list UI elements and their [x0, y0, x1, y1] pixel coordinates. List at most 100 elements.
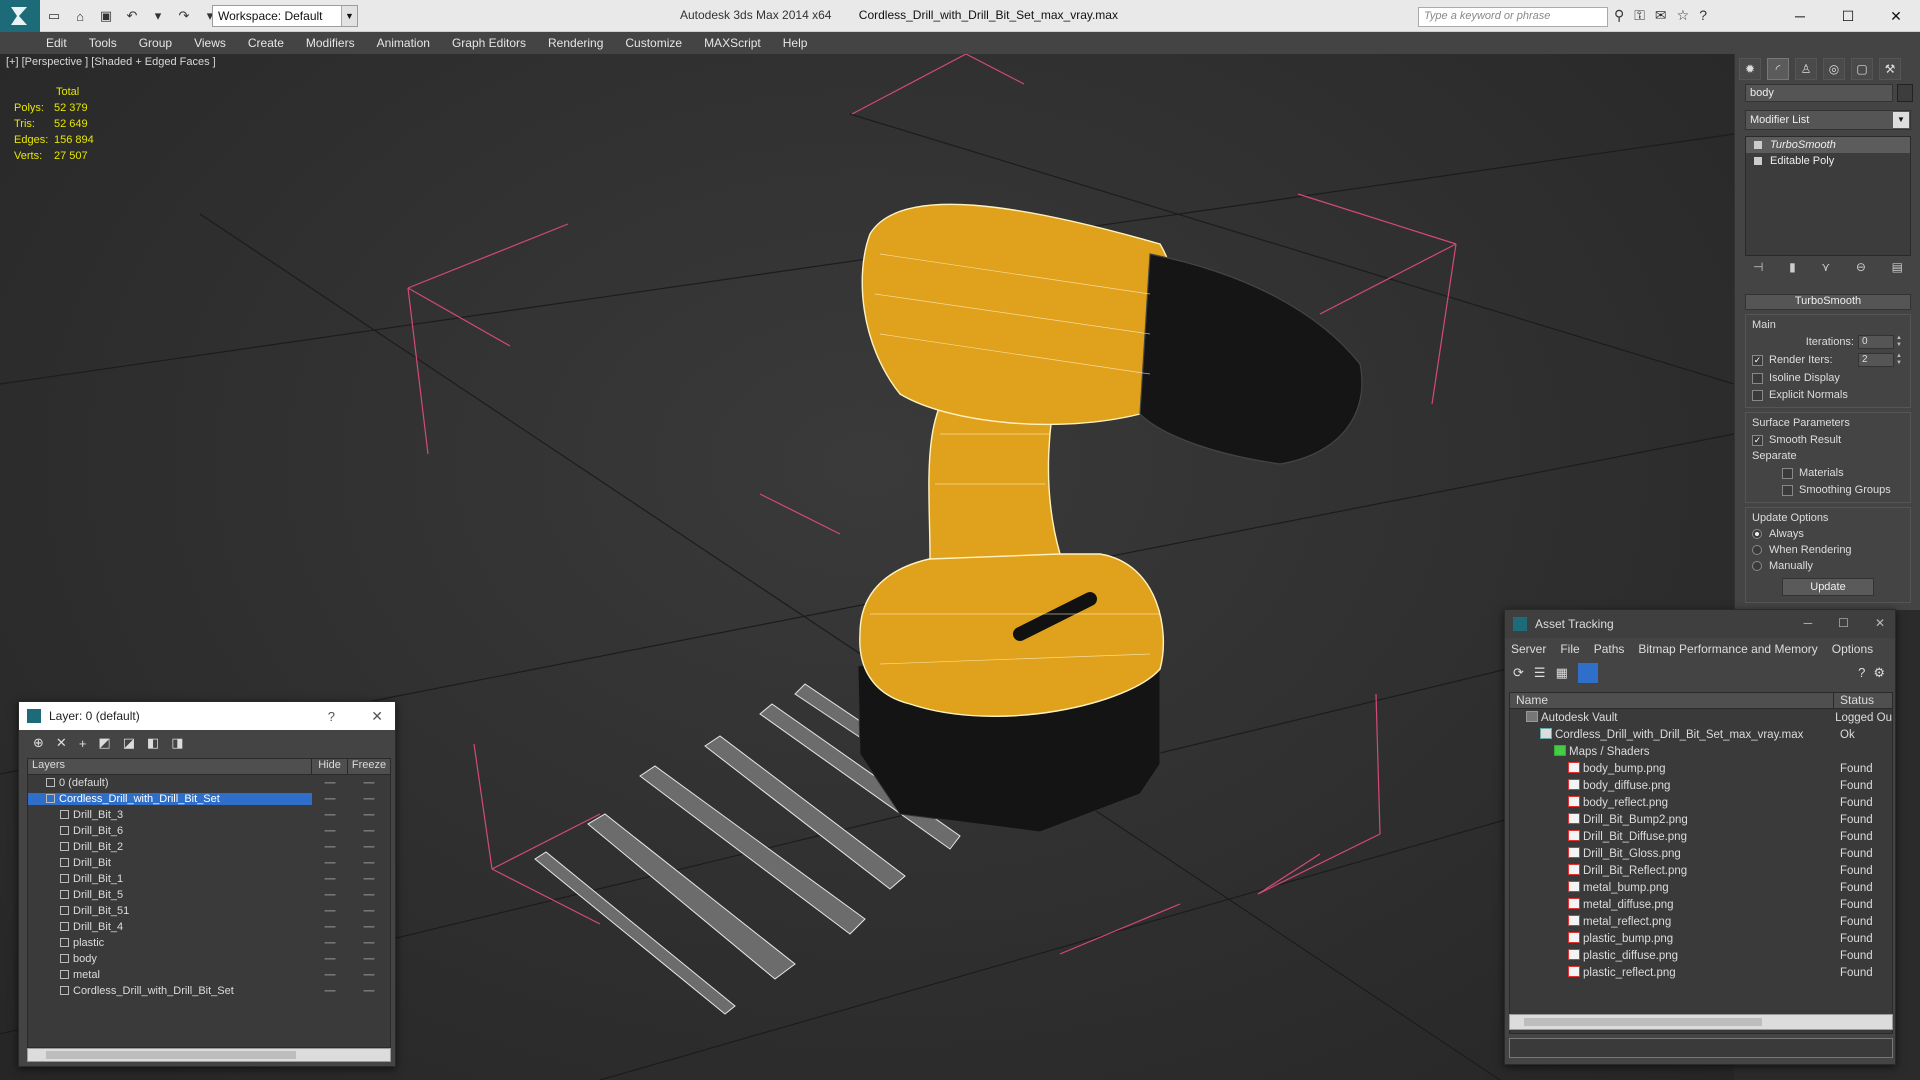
freeze-toggle[interactable]: ━━ — [348, 794, 390, 805]
stack-item-turbosmooth[interactable]: TurboSmooth — [1746, 137, 1910, 153]
settings-icon[interactable]: ⚙ — [1873, 665, 1885, 681]
list-view-icon[interactable]: ☰ — [1534, 665, 1546, 681]
modify-tab-icon[interactable]: ◜ — [1767, 58, 1789, 80]
isoline-checkbox[interactable]: Isoline Display — [1752, 372, 1904, 384]
remove-modifier-icon[interactable]: ⊖ — [1856, 260, 1866, 274]
menu-rendering[interactable]: Rendering — [548, 36, 603, 50]
menu-animation[interactable]: Animation — [377, 36, 430, 50]
menu-bitmap-performance[interactable]: Bitmap Performance and Memory — [1638, 642, 1817, 656]
hide-toggle[interactable]: ━━ — [312, 826, 348, 837]
layer-row[interactable]: Cordless_Drill_with_Drill_Bit_Set ━━ ━━ — [28, 983, 390, 999]
help-icon[interactable]: ? — [1699, 7, 1707, 24]
menu-tools[interactable]: Tools — [89, 36, 117, 50]
select-in-layer-icon[interactable]: ◩ — [98, 735, 110, 751]
binoculars-icon[interactable]: ⚲ — [1614, 7, 1624, 24]
expand-icon[interactable] — [1754, 157, 1762, 165]
spinner-arrows-icon[interactable]: ▲ ▼ — [1896, 353, 1904, 367]
lightbulb-icon[interactable] — [1754, 141, 1762, 149]
freeze-toggle[interactable]: ━━ — [348, 810, 390, 821]
freeze-toggle[interactable]: ━━ — [348, 842, 390, 853]
menu-views[interactable]: Views — [194, 36, 226, 50]
menu-options[interactable]: Options — [1832, 642, 1873, 656]
utilities-tab-icon[interactable]: ⚒ — [1879, 58, 1901, 80]
freeze-toggle[interactable]: ━━ — [348, 858, 390, 869]
horizontal-scrollbar[interactable] — [1509, 1014, 1893, 1030]
freeze-toggle[interactable]: ━━ — [348, 874, 390, 885]
explicit-normals-checkbox[interactable]: Explicit Normals — [1752, 389, 1904, 401]
asset-row[interactable]: plastic_diffuse.png Found — [1510, 947, 1892, 964]
chevron-down-icon[interactable]: ▼ — [341, 6, 357, 26]
maximize-icon[interactable]: ☐ — [1824, 0, 1872, 32]
menu-graph-editors[interactable]: Graph Editors — [452, 36, 526, 50]
layer-row[interactable]: body ━━ ━━ — [28, 951, 390, 967]
menu-modifiers[interactable]: Modifiers — [306, 36, 355, 50]
menu-maxscript[interactable]: MAXScript — [704, 36, 761, 50]
menu-server[interactable]: Server — [1511, 642, 1546, 656]
modifier-list-dropdown[interactable]: Modifier List ▼ — [1745, 110, 1911, 130]
communication-icon[interactable]: ✉ — [1655, 7, 1667, 24]
undo-dropdown-icon[interactable]: ▾ — [148, 6, 168, 26]
hide-toggle[interactable]: ━━ — [312, 922, 348, 933]
favorites-icon[interactable]: ☆ — [1677, 7, 1690, 24]
update-button[interactable]: Update — [1782, 578, 1874, 596]
hide-toggle[interactable]: ━━ — [312, 938, 348, 949]
layer-row[interactable]: Drill_Bit ━━ ━━ — [28, 855, 390, 871]
freeze-toggle[interactable]: ━━ — [348, 906, 390, 917]
menu-create[interactable]: Create — [248, 36, 284, 50]
table-view-icon[interactable] — [1577, 663, 1598, 683]
app-menu-button[interactable] — [0, 0, 40, 32]
asset-row[interactable]: Autodesk Vault Logged Ou — [1510, 709, 1892, 726]
hide-toggle[interactable]: ━━ — [312, 794, 348, 805]
undo-icon[interactable]: ↶ — [122, 6, 142, 26]
hide-toggle[interactable]: ━━ — [312, 778, 348, 789]
col-name[interactable]: Name — [1510, 693, 1834, 708]
motion-tab-icon[interactable]: ◎ — [1823, 58, 1845, 80]
hide-all-icon[interactable]: ◧ — [147, 735, 159, 751]
menu-paths[interactable]: Paths — [1594, 642, 1625, 656]
smooth-result-checkbox[interactable]: ✓ Smooth Result — [1752, 434, 1904, 446]
freeze-all-icon[interactable]: ◨ — [171, 735, 183, 751]
asset-row[interactable]: body_diffuse.png Found — [1510, 777, 1892, 794]
close-icon[interactable]: ✕ — [1872, 0, 1920, 32]
help-icon[interactable]: ? — [328, 709, 335, 724]
configure-modifier-sets-icon[interactable]: ▤ — [1892, 260, 1903, 274]
minimize-icon[interactable]: ─ — [1804, 616, 1813, 630]
freeze-toggle[interactable]: ━━ — [348, 826, 390, 837]
asset-row[interactable]: metal_reflect.png Found — [1510, 913, 1892, 930]
layer-row[interactable]: Cordless_Drill_with_Drill_Bit_Set ━━ ━━ — [28, 791, 390, 807]
hide-toggle[interactable]: ━━ — [312, 986, 348, 997]
freeze-toggle[interactable]: ━━ — [348, 986, 390, 997]
stack-item-editable-poly[interactable]: Editable Poly — [1746, 153, 1910, 169]
menu-edit[interactable]: Edit — [46, 36, 67, 50]
menu-group[interactable]: Group — [139, 36, 172, 50]
horizontal-scrollbar[interactable] — [27, 1048, 391, 1062]
asset-row[interactable]: body_reflect.png Found — [1510, 794, 1892, 811]
layer-row[interactable]: Drill_Bit_6 ━━ ━━ — [28, 823, 390, 839]
render-iters-input[interactable]: 2 — [1858, 353, 1894, 367]
materials-checkbox[interactable]: Materials — [1752, 467, 1904, 479]
freeze-toggle[interactable]: ━━ — [348, 922, 390, 933]
redo-icon[interactable]: ↷ — [174, 6, 194, 26]
dialog-title-bar[interactable]: Asset Tracking ─ ☐ ✕ — [1505, 610, 1895, 638]
layer-row[interactable]: plastic ━━ ━━ — [28, 935, 390, 951]
asset-path-field[interactable] — [1509, 1038, 1893, 1058]
hide-toggle[interactable]: ━━ — [312, 810, 348, 821]
asset-row[interactable]: Drill_Bit_Bump2.png Found — [1510, 811, 1892, 828]
asset-row[interactable]: Drill_Bit_Diffuse.png Found — [1510, 828, 1892, 845]
thumbnail-view-icon[interactable]: ▦ — [1556, 665, 1568, 681]
manually-radio[interactable]: Manually — [1752, 560, 1904, 572]
render-iters-checkbox[interactable]: ✓ Render Iters: — [1752, 354, 1833, 366]
iterations-input[interactable]: 0 — [1858, 335, 1894, 349]
open-file-icon[interactable]: ⌂ — [70, 6, 90, 26]
col-hide[interactable]: Hide — [312, 759, 348, 774]
help-icon[interactable]: ? — [1858, 665, 1865, 681]
layer-row[interactable]: Drill_Bit_4 ━━ ━━ — [28, 919, 390, 935]
col-status[interactable]: Status — [1834, 693, 1874, 708]
rollout-header[interactable]: TurboSmooth — [1745, 294, 1911, 310]
asset-row[interactable]: Cordless_Drill_with_Drill_Bit_Set_max_vr… — [1510, 726, 1892, 743]
chevron-down-icon[interactable]: ▼ — [1893, 112, 1909, 128]
layer-row[interactable]: Drill_Bit_51 ━━ ━━ — [28, 903, 390, 919]
asset-row[interactable]: plastic_reflect.png Found — [1510, 964, 1892, 981]
asset-row[interactable]: Drill_Bit_Gloss.png Found — [1510, 845, 1892, 862]
menu-customize[interactable]: Customize — [625, 36, 682, 50]
